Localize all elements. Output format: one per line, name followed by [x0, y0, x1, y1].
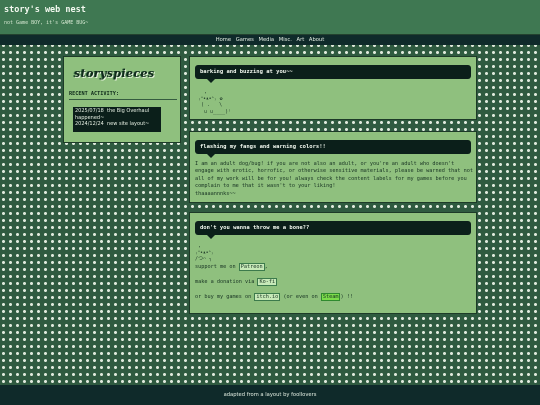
footer-credit[interactable]: adapted from a layout by foollovers	[224, 392, 317, 398]
nav-link-misc[interactable]: Misc.	[279, 37, 292, 43]
panel-greeting: barking and buzzing at you~~ , ₍ᐢ•ᴥ•ᐢ₎ ✿…	[189, 56, 477, 120]
nav-link-media[interactable]: Media	[259, 37, 275, 43]
nav-bar: Home Games Media Misc. Art About	[0, 35, 540, 45]
ascii-dogbug-art: , ₍ᐢ•ᴥ•ᐢ₎ ✿ ( . \ ∪ ∪____)⁾	[198, 89, 232, 115]
activity-item: 2025/07/18 the Big Overhaul happened~	[75, 108, 150, 121]
nav-link-home[interactable]: Home	[216, 37, 231, 43]
nav-link-games[interactable]: Games	[236, 37, 254, 43]
divider	[69, 99, 177, 100]
activity-item: 2024/12/24 new site layout~	[75, 121, 150, 127]
support-line-games: or buy my games on itch.io (or even on S…	[195, 293, 353, 301]
panel-content-warning: flashing my fangs and warning colors!! I…	[189, 131, 477, 203]
patreon-link[interactable]: Patreon	[238, 263, 265, 271]
panel-heading: flashing my fangs and warning colors!!	[195, 140, 471, 158]
ascii-dogbug-art: , ₍ᐢ•ᴥ•ᐢ₎ /つ⌒ ╮	[195, 243, 214, 262]
site-title[interactable]: story's web nest	[4, 5, 86, 15]
nav-link-about[interactable]: About	[309, 37, 324, 43]
kofi-link[interactable]: Ko-fi	[257, 278, 278, 286]
site-footer: adapted from a layout by foollovers	[0, 385, 540, 405]
nav-link-art[interactable]: Art	[297, 37, 305, 43]
site-logo[interactable]: storyspieces	[74, 67, 170, 81]
warning-text: I am an adult dog/bug! if you are not al…	[195, 161, 473, 197]
panel-support: don't you wanna throw me a bone?? , ₍ᐢ•ᴥ…	[189, 212, 477, 314]
sidebar: storyspieces RECENT ACTIVITY: 2025/07/18…	[63, 56, 181, 143]
site-header: story's web nest not Game BOY, it's GAME…	[0, 0, 540, 35]
support-line-kofi: make a donation via Ko-fi	[195, 278, 278, 286]
support-line-patreon: support me on Patreon,	[195, 263, 268, 271]
panel-heading: barking and buzzing at you~~	[195, 65, 471, 83]
itchio-link[interactable]: itch.io	[254, 293, 281, 301]
panel-heading: don't you wanna throw me a bone??	[195, 221, 471, 239]
recent-activity-heading: RECENT ACTIVITY:	[69, 91, 119, 97]
steam-link[interactable]: Steam	[320, 293, 341, 301]
recent-activity-list[interactable]: 2025/07/18 the Big Overhaul happened~ 20…	[73, 107, 161, 132]
site-tagline: not Game BOY, it's GAME BUG~	[4, 20, 89, 26]
